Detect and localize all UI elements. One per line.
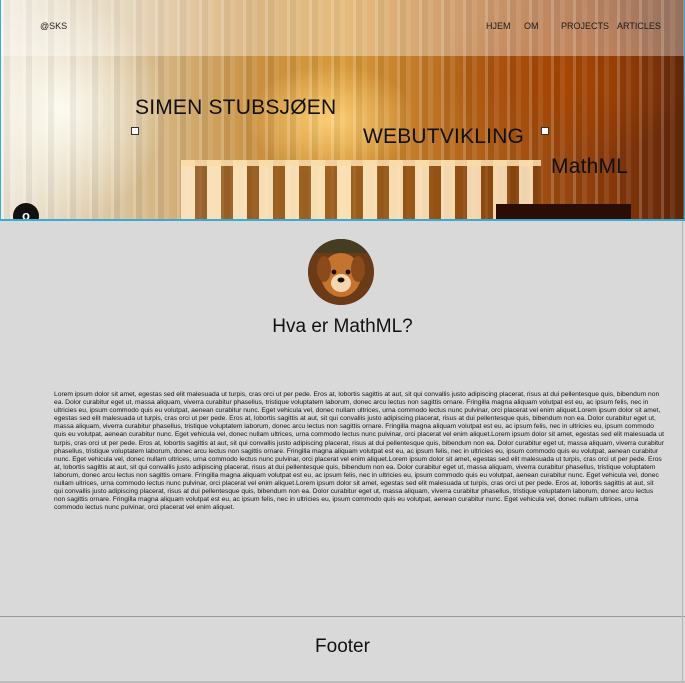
main-nav: HJEM OM PROJECTS ARTICLES xyxy=(1,21,684,35)
dog-photo-icon xyxy=(308,239,374,305)
right-border-line xyxy=(682,221,683,683)
hero-tagline: WEBUTVIKLING xyxy=(363,125,525,148)
nav-link-om[interactable]: OM xyxy=(524,21,539,31)
footer-label: Footer xyxy=(315,636,370,657)
nav-link-articles[interactable]: ARTICLES xyxy=(617,21,661,31)
hero-balustrade-decoration xyxy=(181,160,541,219)
hero-dark-panel xyxy=(496,204,631,219)
avatar xyxy=(308,239,374,305)
hero-topic: MathML xyxy=(551,155,629,178)
footer: Footer xyxy=(0,616,685,683)
decorative-square xyxy=(541,127,549,135)
hero-banner: @SKS HJEM OM PROJECTS ARTICLES SIMEN STU… xyxy=(0,0,685,221)
hero-name: SIMEN STUBSJØEN xyxy=(135,96,337,119)
decorative-square xyxy=(131,127,139,135)
article-body: Lorem ipsum dolor sit amet, egestas sed … xyxy=(54,391,665,512)
nav-link-projects[interactable]: PROJECTS xyxy=(561,21,609,31)
nav-link-hjem[interactable]: HJEM xyxy=(486,21,511,31)
page-title: Hva er MathML? xyxy=(272,316,413,337)
main-content: Hva er MathML? Lorem ipsum dolor sit ame… xyxy=(0,221,685,616)
